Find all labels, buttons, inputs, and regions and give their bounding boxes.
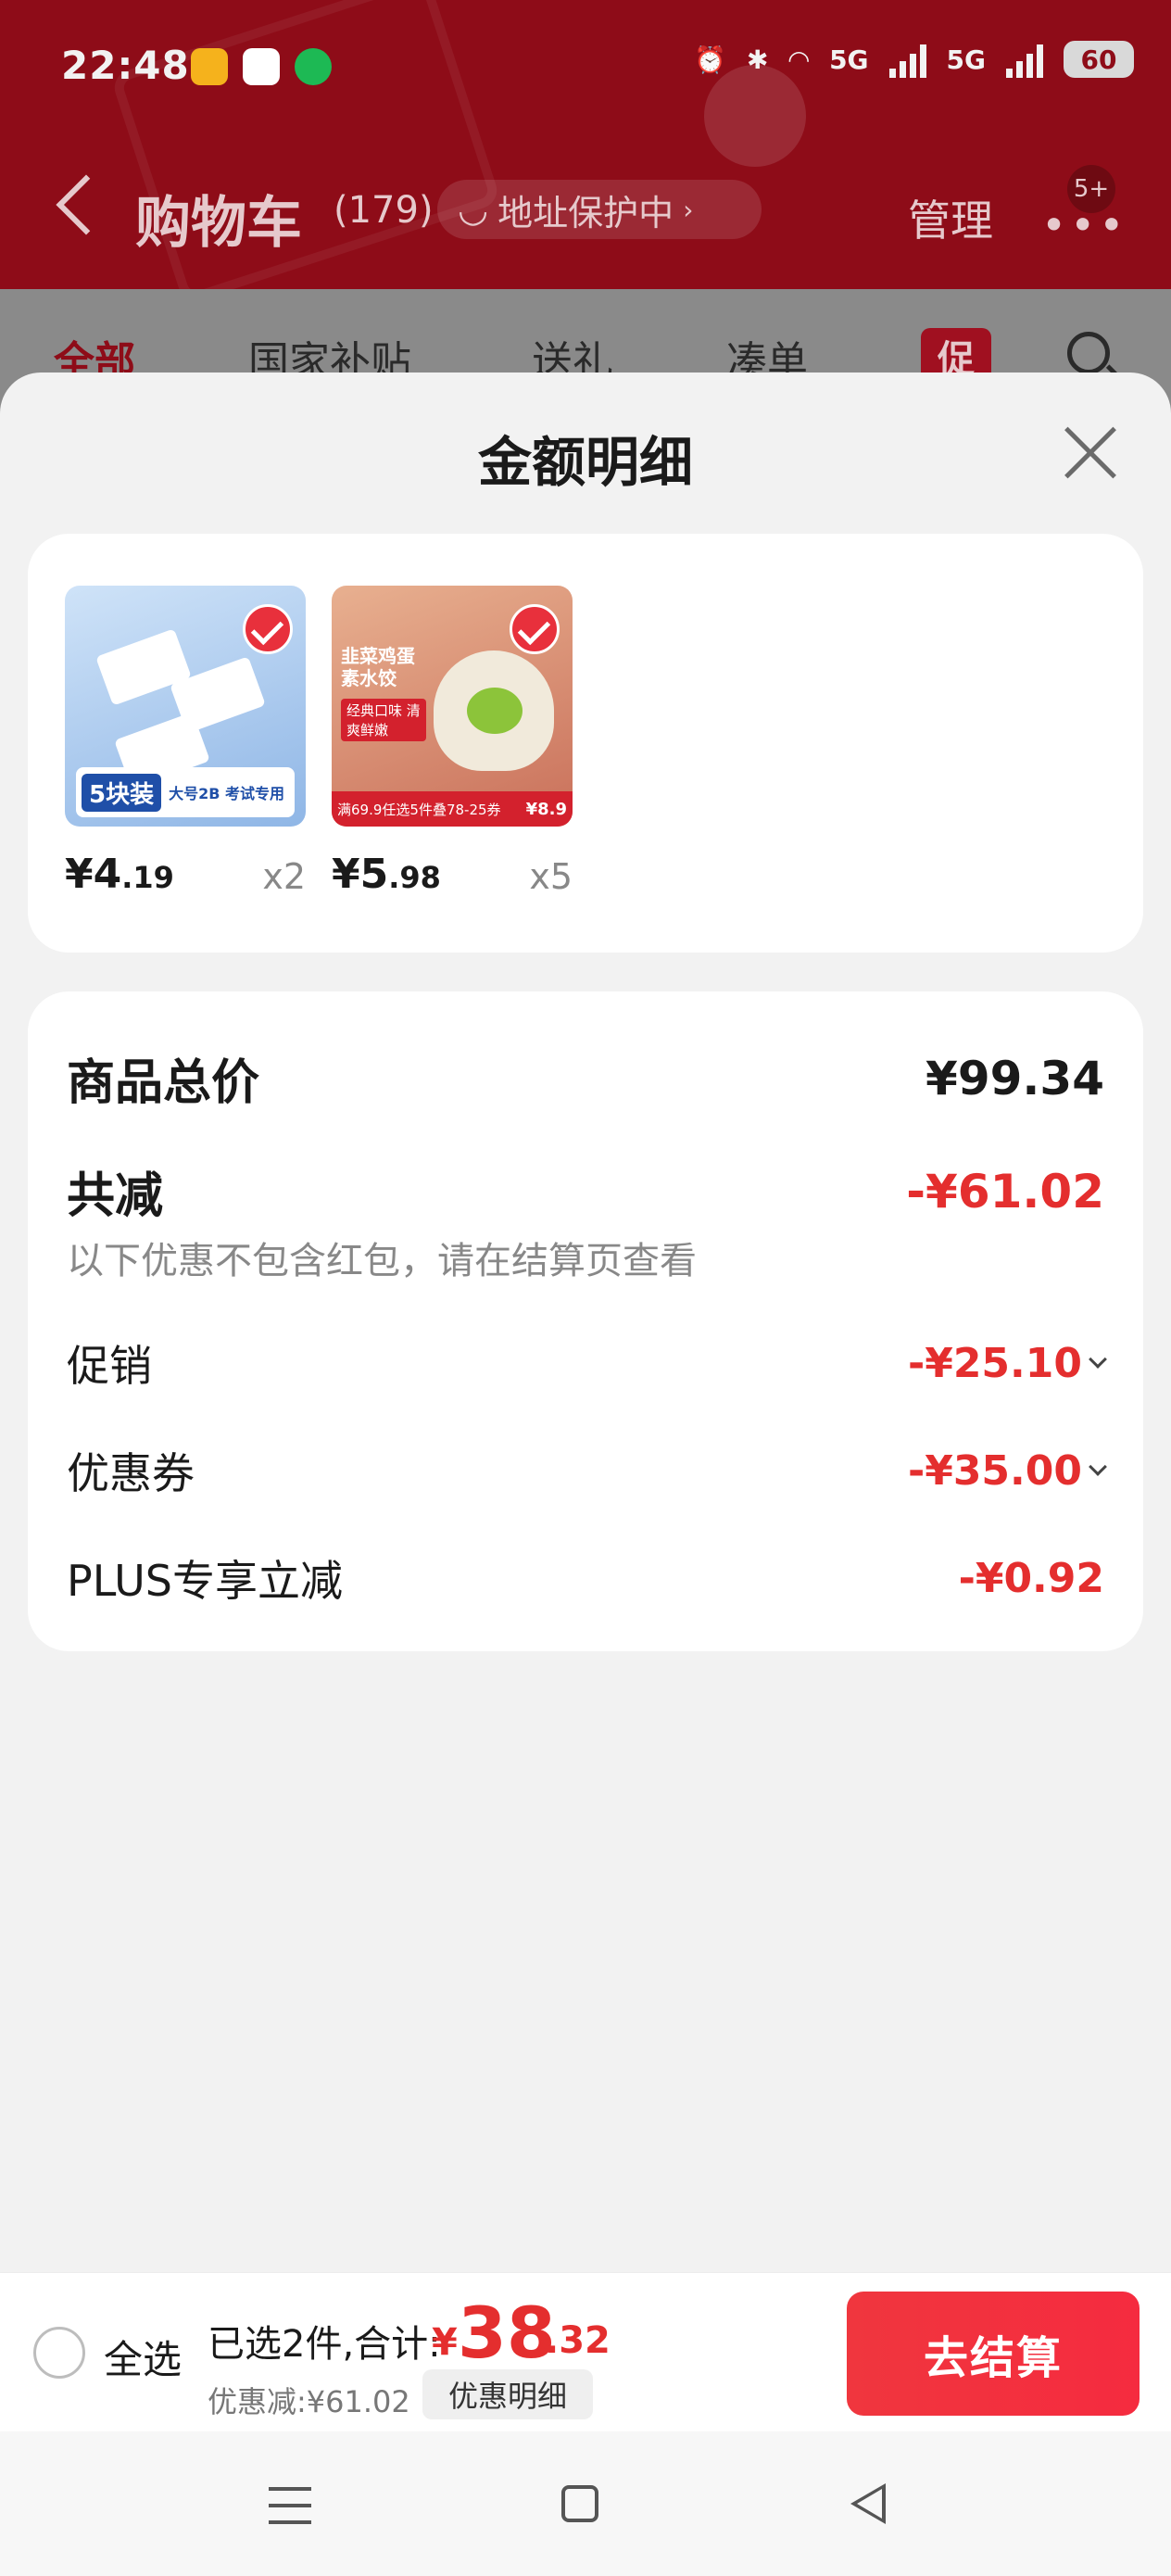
address-protect-label: 地址保护中 — [497, 192, 674, 234]
product-price: ¥5.98 — [332, 851, 441, 898]
thumb-badge: 经典口味 清爽鲜嫩 — [341, 699, 426, 741]
battery-icon: 60 — [1064, 41, 1134, 78]
signal-icon-1 — [888, 41, 926, 78]
menu-icon[interactable] — [269, 2487, 311, 2524]
checkout-bar: 全选 已选2件,合计: ¥ 38 .32 优惠减:¥61.02 优惠明细 去结算 — [0, 2272, 1171, 2431]
more-badge: 5+ — [1067, 165, 1115, 213]
page-title: 购物车 — [135, 191, 302, 256]
back-triangle-icon[interactable] — [850, 2483, 886, 2524]
product-qty: x5 — [529, 856, 573, 897]
cart-count: (179) — [334, 189, 434, 232]
coupon-label: 优惠券 — [67, 1448, 195, 1498]
chevron-down-icon[interactable] — [1089, 1458, 1107, 1476]
selected-summary: 已选2件,合计: — [208, 2323, 441, 2366]
checkout-button[interactable]: 去结算 — [847, 2292, 1140, 2416]
plus-discount-value: -¥0.92 — [958, 1554, 1104, 1602]
chevron-right-icon: › — [683, 194, 694, 225]
wifi-icon: ◠ — [788, 44, 810, 75]
select-all-label[interactable]: 全选 — [104, 2329, 182, 2385]
system-nav-bar — [0, 2431, 1171, 2576]
search-icon[interactable] — [1067, 332, 1110, 374]
coupon-value-wrap: -¥35.00 — [907, 1446, 1107, 1495]
total-currency: ¥ — [432, 2321, 458, 2364]
smile-icon: ◡ — [458, 189, 489, 230]
thumb-promo: 满69.9任选5件叠78-25券 — [337, 801, 501, 818]
signal-icon-2 — [1006, 41, 1043, 78]
price-summary-card: 商品总价 ¥99.34 共减 -¥61.02 以下优惠不包含红包，请在结算页查看… — [28, 991, 1143, 1651]
reduce-value: -¥61.02 — [906, 1164, 1104, 1219]
checked-icon[interactable] — [243, 604, 293, 654]
status-time: 22:48 — [61, 43, 190, 88]
home-icon[interactable] — [561, 2485, 598, 2522]
product-item-eraser[interactable]: 5块装 大号2B 考试专用 ¥4.19 x2 — [65, 586, 306, 898]
discount-summary: 优惠减:¥61.02 — [208, 2384, 410, 2419]
total-price-label: 商品总价 — [67, 1055, 260, 1111]
close-icon[interactable] — [1062, 424, 1119, 482]
bluetooth-icon: ✱ — [747, 44, 769, 75]
manage-button[interactable]: 管理 — [908, 187, 993, 248]
nav-bar: 购物车 (179) ◡ 地址保护中 › 管理 ••• 5+ — [0, 165, 1171, 259]
total-amount-int: 38 — [458, 2292, 556, 2374]
product-item-dumplings[interactable]: 韭菜鸡蛋 素水饺 经典口味 清爽鲜嫩 满69.9任选5件叠78-25券 ¥8.9… — [332, 586, 573, 898]
promotion-value-wrap: -¥25.10 — [907, 1339, 1107, 1387]
weibo-app-icon — [191, 48, 228, 85]
plus-discount-row: PLUS专享立减 -¥0.92 — [67, 1547, 1104, 1609]
thumb-text: 5块装 — [82, 773, 162, 812]
coupon-value: -¥35.00 — [907, 1446, 1082, 1495]
sheet-title: 金额明细 — [477, 431, 693, 494]
total-amount-dec: .32 — [545, 2319, 611, 2362]
thumb-badge: 大号2B 考试专用 — [169, 785, 284, 802]
promotion-row[interactable]: 促销 -¥25.10 — [67, 1332, 1107, 1394]
alarm-icon: ⏰ — [694, 44, 727, 75]
colorful-app-icon — [243, 48, 280, 85]
cart-header: 22:48 ⏰ ✱ ◠ 5G 5G 60 购物车 (179) ◡ 地址保护中 ›… — [0, 0, 1171, 297]
product-thumbnail: 5块装 大号2B 考试专用 — [65, 586, 306, 827]
checked-icon[interactable] — [510, 604, 560, 654]
status-right: ⏰ ✱ ◠ 5G 5G 60 — [694, 41, 1134, 78]
promotion-value: -¥25.10 — [907, 1339, 1082, 1387]
spotify-app-icon — [295, 48, 332, 85]
back-arrow-icon[interactable] — [56, 174, 117, 235]
reduce-row: 共减 -¥61.02 — [67, 1156, 1104, 1226]
address-protect-button[interactable]: ◡ 地址保护中 › — [437, 180, 762, 239]
status-bar: 22:48 ⏰ ✱ ◠ 5G 5G 60 — [0, 0, 1171, 139]
total-price-row: 商品总价 ¥99.34 — [67, 1043, 1104, 1113]
plus-discount-label: PLUS专享立减 — [67, 1556, 343, 1606]
product-qty: x2 — [262, 856, 306, 897]
chevron-down-icon[interactable] — [1089, 1350, 1107, 1369]
selected-products-card: 5块装 大号2B 考试专用 ¥4.19 x2 韭菜鸡蛋 素水饺 经典口味 清爽鲜… — [28, 534, 1143, 953]
thumb-price: ¥8.9 — [525, 799, 567, 819]
reduce-label: 共减 — [67, 1168, 164, 1224]
product-thumbnail: 韭菜鸡蛋 素水饺 经典口味 清爽鲜嫩 满69.9任选5件叠78-25券 ¥8.9 — [332, 586, 573, 827]
select-all-radio[interactable] — [33, 2327, 85, 2379]
amount-detail-sheet: 金额明细 5块装 大号2B 考试专用 ¥4.19 x2 韭菜鸡蛋 素水饺 经典口… — [0, 373, 1171, 2272]
discount-detail-button[interactable]: 优惠明细 — [422, 2369, 593, 2419]
total-price-value: ¥99.34 — [925, 1051, 1104, 1105]
coupon-row[interactable]: 优惠券 -¥35.00 — [67, 1440, 1107, 1501]
signal-label-1: 5G — [829, 44, 869, 75]
thumb-text: 韭菜鸡蛋 素水饺 — [341, 645, 415, 689]
discount-note: 以下优惠不包含红包，请在结算页查看 — [67, 1240, 697, 1282]
product-price: ¥4.19 — [65, 851, 174, 898]
signal-label-2: 5G — [946, 44, 986, 75]
promotion-label: 促销 — [67, 1341, 152, 1391]
